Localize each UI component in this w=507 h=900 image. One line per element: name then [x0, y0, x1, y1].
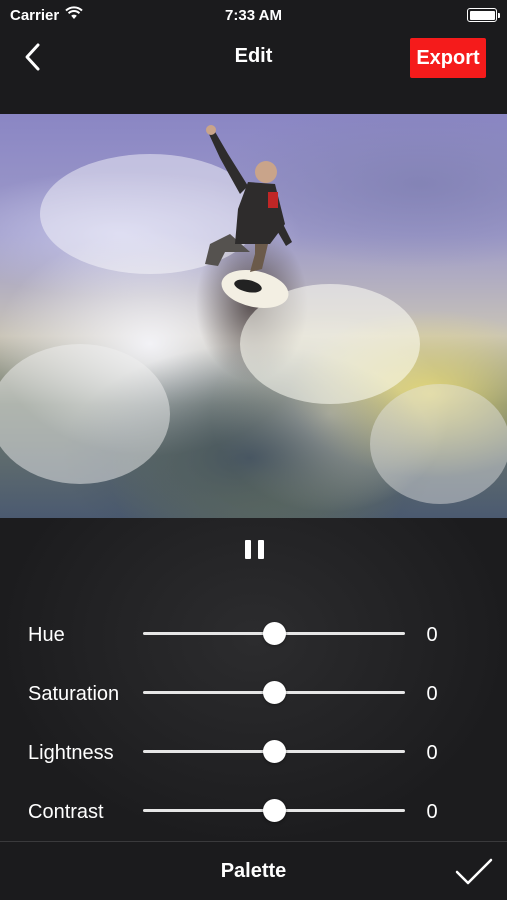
image-preview	[0, 114, 507, 518]
wifi-icon	[65, 6, 83, 24]
palette-button[interactable]: Palette	[0, 860, 507, 883]
contrast-slider[interactable]	[143, 799, 405, 822]
lightness-slider[interactable]	[143, 740, 405, 763]
slider-thumb[interactable]	[263, 740, 286, 763]
slider-label: Hue	[28, 624, 65, 646]
pause-icon-bar-left	[244, 539, 251, 559]
status-left: Carrier	[10, 6, 83, 24]
done-button[interactable]	[452, 854, 496, 890]
status-bar: Carrier 7:33 AM	[0, 0, 507, 30]
carrier-label: Carrier	[10, 6, 60, 24]
slider-row-saturation: Saturation 0	[0, 673, 507, 713]
slider-label: Contrast	[28, 801, 104, 823]
slider-thumb[interactable]	[263, 799, 286, 822]
slider-row-contrast: Contrast 0	[0, 791, 507, 831]
slider-value: 0	[426, 683, 438, 705]
slider-value: 0	[426, 742, 438, 764]
slider-thumb[interactable]	[263, 622, 286, 645]
slider-value: 0	[426, 801, 438, 823]
slider-row-lightness: Lightness 0	[0, 732, 507, 772]
slider-label: Lightness	[28, 742, 114, 764]
surfer-figure	[0, 125, 507, 504]
slider-label: Saturation	[28, 683, 120, 705]
export-button[interactable]: Export	[410, 38, 486, 78]
pause-icon-bar-right	[257, 539, 264, 559]
slider-row-hue: Hue 0	[0, 614, 507, 654]
slider-value: 0	[426, 624, 438, 646]
battery-level	[469, 10, 495, 20]
hue-slider[interactable]	[143, 622, 405, 645]
bottom-toolbar: Palette	[0, 841, 507, 900]
pause-button[interactable]	[240, 536, 268, 562]
adjustment-panel: Hue 0 Saturation 0 Lightness 0 Contrast …	[0, 518, 507, 841]
slider-thumb[interactable]	[263, 681, 286, 704]
battery-icon	[467, 8, 500, 22]
checkmark-icon	[455, 858, 493, 885]
saturation-slider[interactable]	[143, 681, 405, 704]
nav-bar: Edit Export	[0, 30, 507, 114]
